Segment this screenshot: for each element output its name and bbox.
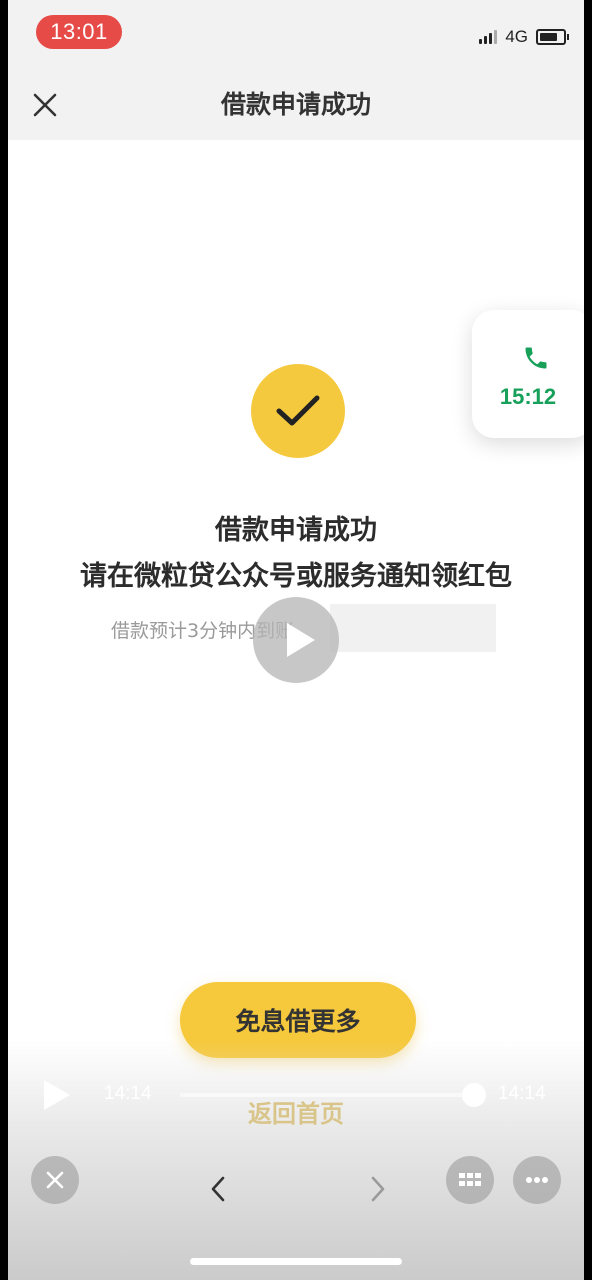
signal-icon [479,30,498,44]
close-icon [46,1171,64,1189]
grid-button[interactable] [446,1156,494,1204]
battery-icon [536,29,569,45]
play-icon[interactable] [42,1080,72,1110]
status-time: 13:01 [36,15,122,49]
app-screen: 13:01 4G 借款申请成功 15:12 借款申请成功 请在微粒贷公众号或服务… [8,0,584,1280]
success-message: 借款申请成功 [215,515,377,546]
progress-knob[interactable] [462,1083,486,1107]
more-button[interactable] [513,1156,561,1204]
more-icon [526,1177,548,1183]
back-chevron-icon[interactable] [204,1172,234,1206]
red-packet-message: 请在微粒贷公众号或服务通知领红包 [80,561,512,592]
phone-icon [522,344,550,372]
page-title: 借款申请成功 [220,90,371,119]
forward-chevron-icon[interactable] [362,1172,392,1206]
grid-icon [459,1173,481,1186]
network-type: 4G [505,27,528,46]
close-icon[interactable] [30,90,60,120]
video-controls-shade [8,1040,584,1280]
current-time: 14:14 [104,1083,152,1104]
success-check-icon [251,364,345,458]
status-bar: 13:01 4G [8,0,584,70]
floating-call-bubble[interactable]: 15:12 [472,310,584,438]
video-play-overlay-icon[interactable] [253,597,339,683]
progress-track[interactable] [180,1093,472,1097]
home-indicator [190,1258,402,1265]
close-video-button[interactable] [31,1156,79,1204]
total-time: 14:14 [498,1083,546,1104]
status-indicators: 4G [479,26,569,48]
nav-header: 借款申请成功 [8,70,584,140]
redacted-area [330,604,496,652]
call-duration: 15:12 [499,384,557,409]
